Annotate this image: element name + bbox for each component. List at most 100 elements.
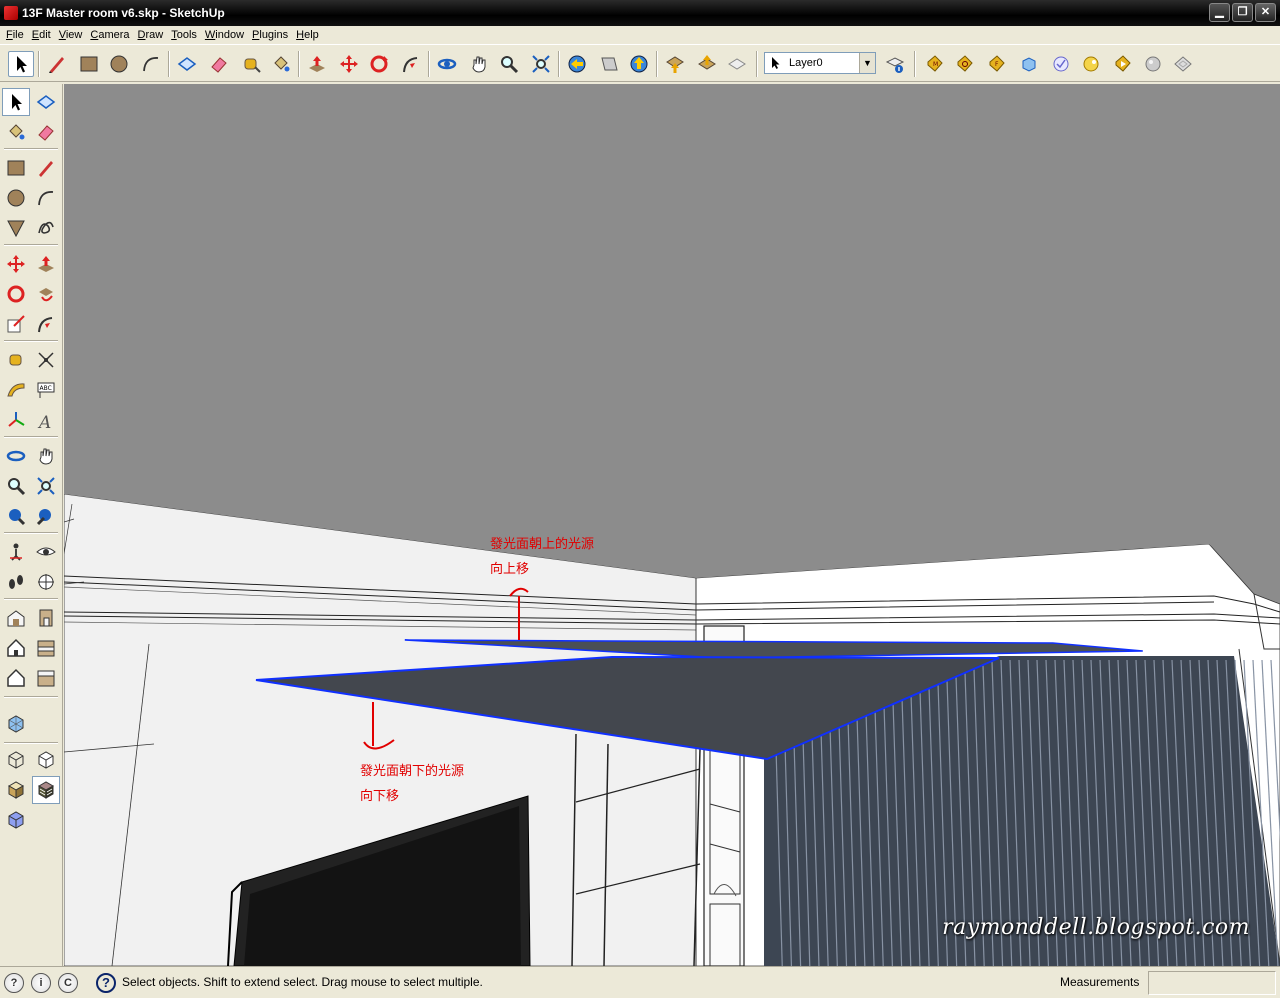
render-light-button[interactable]: [1110, 51, 1136, 77]
zoom-extents-left-button[interactable]: [32, 472, 60, 500]
scale-left-button[interactable]: [2, 310, 30, 338]
hidden-line-left-button[interactable]: [32, 746, 60, 774]
menu-camera[interactable]: Camera: [86, 26, 133, 44]
eraser-tool-button[interactable]: [206, 51, 232, 77]
position-camera-left-button[interactable]: [2, 538, 30, 566]
pan-left-button[interactable]: [32, 442, 60, 470]
zoom-window-button[interactable]: [626, 51, 652, 77]
layer-dropdown[interactable]: Layer0 ▼: [764, 52, 876, 74]
iso-view-left-button[interactable]: [2, 604, 30, 632]
menu-help[interactable]: Help: [292, 26, 323, 44]
protractor-left-button[interactable]: [2, 376, 30, 404]
credits-icon[interactable]: i: [31, 973, 51, 993]
look-around-left-button[interactable]: [32, 538, 60, 566]
arc-left-button[interactable]: [32, 184, 60, 212]
left-view-left-button[interactable]: [32, 664, 60, 692]
share-component-button[interactable]: [724, 51, 750, 77]
dimension-icon: [38, 352, 54, 368]
previous-view-button[interactable]: [564, 51, 590, 77]
wireframe-left-button[interactable]: [2, 746, 30, 774]
copyright-icon[interactable]: C: [58, 973, 78, 993]
shaded-textures-left-button[interactable]: [32, 776, 60, 804]
paint-bucket-left-button[interactable]: [2, 118, 30, 146]
section-plane-left-button[interactable]: [32, 568, 60, 596]
zoom-left-button[interactable]: [2, 472, 30, 500]
push-pull-button[interactable]: [304, 51, 330, 77]
rectangle-left-button[interactable]: [2, 154, 30, 182]
sphere-button[interactable]: [1140, 51, 1166, 77]
minimize-button[interactable]: ▁: [1209, 3, 1230, 22]
check-button[interactable]: [1048, 51, 1074, 77]
close-button[interactable]: ✕: [1255, 3, 1276, 22]
share-model-button[interactable]: [694, 51, 720, 77]
menu-view[interactable]: View: [55, 26, 87, 44]
right-view-left-button[interactable]: [32, 604, 60, 632]
get-models-button[interactable]: [662, 51, 688, 77]
top-view-left-button[interactable]: [2, 664, 30, 692]
arc-tool-button[interactable]: [138, 51, 164, 77]
zoom-extents-button[interactable]: [528, 51, 554, 77]
line-tool-button[interactable]: [44, 51, 70, 77]
line-left-button[interactable]: [32, 154, 60, 182]
circle-tool-button[interactable]: [106, 51, 132, 77]
menu-window[interactable]: Window: [201, 26, 248, 44]
eraser-left-button[interactable]: [32, 118, 60, 146]
text-left-button[interactable]: ABC: [32, 376, 60, 404]
select-tool-left-button[interactable]: [2, 88, 30, 116]
dimension-left-button[interactable]: [32, 346, 60, 374]
polygon-left-button[interactable]: [2, 214, 30, 242]
3d-viewport[interactable]: 發光面朝上的光源 向上移 發光面朝下的光源 向下移 raymonddell.bl…: [64, 84, 1280, 966]
orbit-tool-button[interactable]: [434, 51, 460, 77]
walk-left-button[interactable]: [2, 568, 30, 596]
pan-tool-button[interactable]: [466, 51, 492, 77]
measurements-input[interactable]: [1148, 971, 1276, 995]
rectangle-tool-button[interactable]: [76, 51, 102, 77]
shaded-left-button[interactable]: [2, 776, 30, 804]
monochrome-left-button[interactable]: [2, 806, 30, 834]
rotate-left-button[interactable]: [2, 280, 30, 308]
cube-button[interactable]: [1016, 51, 1042, 77]
chevron-down-icon[interactable]: ▼: [859, 53, 875, 73]
axes-left-button[interactable]: [2, 406, 30, 434]
arrow-cursor-icon: [17, 56, 27, 73]
menu-edit[interactable]: Edit: [28, 26, 55, 44]
next-view-button[interactable]: [596, 51, 622, 77]
paint-bucket-button[interactable]: [268, 51, 294, 77]
follow-me-button[interactable]: [398, 51, 424, 77]
front-view-left-button[interactable]: [2, 634, 30, 662]
shaded-cube-icon: [7, 781, 25, 799]
shadow-tag-f-button[interactable]: F: [984, 51, 1010, 77]
tape-measure-left-button[interactable]: [2, 346, 30, 374]
tape-measure-button[interactable]: [238, 51, 264, 77]
plane-button[interactable]: [1170, 51, 1196, 77]
geo-location-icon[interactable]: ?: [4, 973, 24, 993]
shadow-tag-button[interactable]: [952, 51, 978, 77]
move-left-button[interactable]: [2, 250, 30, 278]
back-view-left-button[interactable]: [32, 634, 60, 662]
follow-me-left-button[interactable]: [32, 280, 60, 308]
make-component-button[interactable]: [174, 51, 200, 77]
restore-button[interactable]: ❐: [1232, 3, 1253, 22]
xray-left-button[interactable]: [2, 710, 30, 738]
menu-tools[interactable]: Tools: [167, 26, 201, 44]
3d-text-left-button[interactable]: A: [32, 406, 60, 434]
move-tool-button[interactable]: [336, 51, 362, 77]
zoom-tool-button[interactable]: [496, 51, 522, 77]
help-icon[interactable]: ?: [96, 973, 116, 993]
previous-view-left-button[interactable]: [32, 502, 60, 530]
offset-left-button[interactable]: [32, 310, 60, 338]
zoom-window-left-button[interactable]: [2, 502, 30, 530]
push-pull-left-button[interactable]: [32, 250, 60, 278]
layer-manager-button[interactable]: [882, 51, 908, 77]
shadow-tag-m-button[interactable]: M: [922, 51, 948, 77]
menu-file[interactable]: File: [2, 26, 28, 44]
menu-draw[interactable]: Draw: [134, 26, 168, 44]
circle-left-button[interactable]: [2, 184, 30, 212]
orbit-left-button[interactable]: [2, 442, 30, 470]
freehand-left-button[interactable]: [32, 214, 60, 242]
menu-plugins[interactable]: Plugins: [248, 26, 292, 44]
select-tool-button[interactable]: [8, 51, 34, 77]
rotate-tool-button[interactable]: [366, 51, 392, 77]
render-tag-button[interactable]: [1078, 51, 1104, 77]
make-component-left-button[interactable]: [32, 88, 60, 116]
